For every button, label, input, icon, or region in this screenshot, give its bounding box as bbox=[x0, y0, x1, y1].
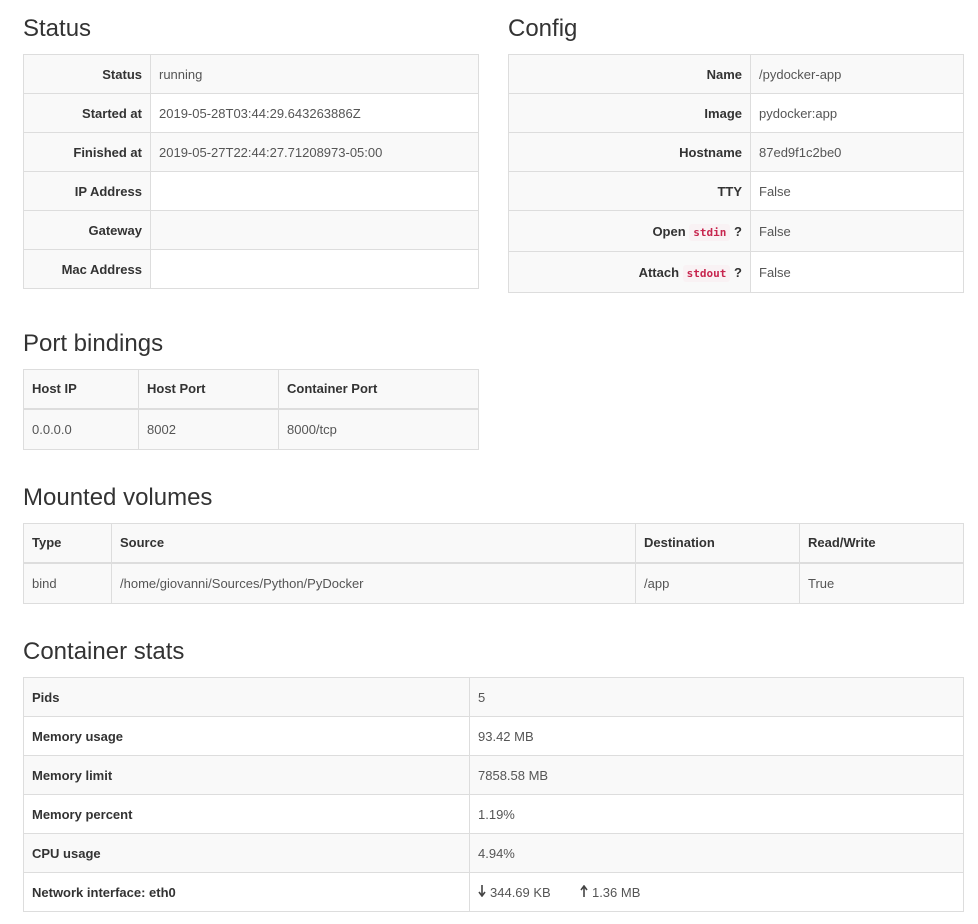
open-stdin-row: Open stdin ? False bbox=[508, 210, 964, 252]
image-row: Image pydocker:app bbox=[508, 93, 964, 133]
port-bindings-table: Host IP Host Port Container Port 0.0.0.0… bbox=[23, 369, 479, 450]
finished-at-label: Finished at bbox=[23, 132, 151, 172]
mac-address-value bbox=[150, 249, 479, 289]
container-stats-table: Pids 5 Memory usage 93.42 MB Memory limi… bbox=[23, 677, 964, 912]
config-section: Config Name /pydocker-app Image pydocker… bbox=[508, 14, 964, 293]
open-stdin-label: Open stdin ? bbox=[508, 210, 751, 252]
cpu-usage-row: CPU usage 4.94% bbox=[23, 833, 964, 873]
destination-cell: /app bbox=[635, 562, 800, 604]
status-section: Status Status running Started at 2019-05… bbox=[23, 14, 479, 289]
attach-stdout-value: False bbox=[750, 251, 964, 293]
pids-row: Pids 5 bbox=[23, 677, 964, 717]
destination-header: Destination bbox=[635, 523, 800, 564]
tty-value: False bbox=[750, 171, 964, 211]
container-port-cell: 8000/tcp bbox=[278, 408, 479, 450]
status-row: Status running bbox=[23, 54, 479, 94]
gateway-row: Gateway bbox=[23, 210, 479, 250]
host-ip-header: Host IP bbox=[23, 369, 139, 410]
stdout-code: stdout bbox=[682, 264, 731, 282]
name-row: Name /pydocker-app bbox=[508, 54, 964, 94]
hostname-row: Hostname 87ed9f1c2be0 bbox=[508, 132, 964, 172]
network-tx-value: 1.36 MB bbox=[591, 885, 641, 900]
host-port-header: Host Port bbox=[138, 369, 279, 410]
memory-usage-row: Memory usage 93.42 MB bbox=[23, 716, 964, 756]
network-interface-row: Network interface: eth0 344.69 KB 1.36 M… bbox=[23, 872, 964, 912]
network-interface-label: Network interface: eth0 bbox=[23, 872, 470, 912]
name-label: Name bbox=[508, 54, 751, 94]
memory-limit-label: Memory limit bbox=[23, 755, 470, 795]
table-row: bind /home/giovanni/Sources/Python/PyDoc… bbox=[23, 562, 964, 604]
status-value: running bbox=[150, 54, 479, 94]
memory-percent-row: Memory percent 1.19% bbox=[23, 794, 964, 834]
config-title: Config bbox=[508, 15, 578, 42]
hostname-label: Hostname bbox=[508, 132, 751, 172]
network-rx-value: 344.69 KB bbox=[490, 885, 551, 900]
finished-at-value: 2019-05-27T22:44:27.71208973-05:00 bbox=[150, 132, 479, 172]
ip-address-label: IP Address bbox=[23, 171, 151, 211]
tty-row: TTY False bbox=[508, 171, 964, 211]
port-bindings-section: Port bindings Host IP Host Port Containe… bbox=[23, 329, 479, 450]
arrow-up-icon bbox=[580, 884, 588, 900]
source-header: Source bbox=[111, 523, 636, 564]
attach-stdout-row: Attach stdout ? False bbox=[508, 251, 964, 293]
mounted-volumes-table: Type Source Destination Read/Write bind … bbox=[23, 523, 964, 604]
memory-limit-row: Memory limit 7858.58 MB bbox=[23, 755, 964, 795]
hostname-value: 87ed9f1c2be0 bbox=[750, 132, 964, 172]
memory-usage-label: Memory usage bbox=[23, 716, 470, 756]
finished-at-row: Finished at 2019-05-27T22:44:27.71208973… bbox=[23, 132, 479, 172]
gateway-value bbox=[150, 210, 479, 250]
status-label: Status bbox=[23, 54, 151, 94]
memory-usage-value: 93.42 MB bbox=[469, 716, 964, 756]
type-cell: bind bbox=[23, 562, 112, 604]
attach-stdout-label-prefix: Attach bbox=[638, 264, 680, 280]
mac-address-row: Mac Address bbox=[23, 249, 479, 289]
memory-percent-value: 1.19% bbox=[469, 794, 964, 834]
open-stdin-label-prefix: Open bbox=[652, 223, 686, 239]
stdin-code: stdin bbox=[689, 223, 731, 241]
attach-stdout-label: Attach stdout ? bbox=[508, 251, 751, 293]
memory-limit-value: 7858.58 MB bbox=[469, 755, 964, 795]
ip-address-value bbox=[150, 171, 479, 211]
gateway-label: Gateway bbox=[23, 210, 151, 250]
image-value: pydocker:app bbox=[750, 93, 964, 133]
mounted-volumes-title: Mounted volumes bbox=[23, 484, 213, 511]
image-label: Image bbox=[508, 93, 751, 133]
container-port-header: Container Port bbox=[278, 369, 479, 410]
host-port-cell: 8002 bbox=[138, 408, 279, 450]
arrow-down-icon bbox=[478, 884, 486, 900]
port-bindings-header: Host IP Host Port Container Port bbox=[23, 369, 479, 410]
port-bindings-title: Port bindings bbox=[23, 330, 164, 357]
mounted-volumes-section: Mounted volumes Type Source Destination … bbox=[23, 483, 964, 604]
container-stats-section: Container stats Pids 5 Memory usage 93.4… bbox=[23, 637, 964, 912]
table-row: 0.0.0.0 8002 8000/tcp bbox=[23, 408, 479, 450]
pids-label: Pids bbox=[23, 677, 470, 717]
started-at-row: Started at 2019-05-28T03:44:29.643263886… bbox=[23, 93, 479, 133]
status-table: Status running Started at 2019-05-28T03:… bbox=[23, 54, 479, 289]
tty-label: TTY bbox=[508, 171, 751, 211]
open-stdin-value: False bbox=[750, 210, 964, 252]
read-write-cell: True bbox=[799, 562, 964, 604]
attach-stdout-label-suffix: ? bbox=[734, 264, 742, 280]
open-stdin-label-suffix: ? bbox=[734, 223, 742, 239]
started-at-value: 2019-05-28T03:44:29.643263886Z bbox=[150, 93, 479, 133]
config-table: Name /pydocker-app Image pydocker:app Ho… bbox=[508, 54, 964, 293]
source-cell: /home/giovanni/Sources/Python/PyDocker bbox=[111, 562, 636, 604]
started-at-label: Started at bbox=[23, 93, 151, 133]
type-header: Type bbox=[23, 523, 112, 564]
host-ip-cell: 0.0.0.0 bbox=[23, 408, 139, 450]
network-interface-value: 344.69 KB 1.36 MB bbox=[469, 872, 964, 912]
status-title: Status bbox=[23, 15, 92, 42]
read-write-header: Read/Write bbox=[799, 523, 964, 564]
ip-address-row: IP Address bbox=[23, 171, 479, 211]
container-stats-title: Container stats bbox=[23, 638, 185, 665]
mounted-volumes-header: Type Source Destination Read/Write bbox=[23, 523, 964, 564]
name-value: /pydocker-app bbox=[750, 54, 964, 94]
pids-value: 5 bbox=[469, 677, 964, 717]
cpu-usage-value: 4.94% bbox=[469, 833, 964, 873]
cpu-usage-label: CPU usage bbox=[23, 833, 470, 873]
memory-percent-label: Memory percent bbox=[23, 794, 470, 834]
mac-address-label: Mac Address bbox=[23, 249, 151, 289]
